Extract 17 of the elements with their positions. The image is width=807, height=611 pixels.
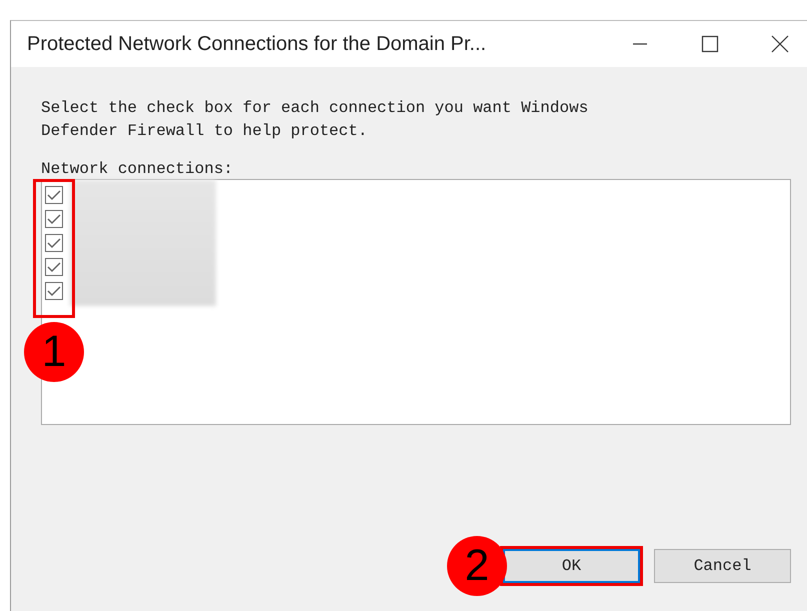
checkbox[interactable]: [45, 282, 63, 300]
close-button[interactable]: [769, 33, 791, 55]
list-label: Network connections:: [41, 159, 234, 179]
checkbox[interactable]: [45, 258, 63, 276]
close-icon: [771, 35, 789, 53]
window-title: Protected Network Connections for the Domain Pr...: [27, 32, 486, 56]
checkbox[interactable]: [45, 186, 63, 204]
checkbox[interactable]: [45, 210, 63, 228]
instructions-text: Select the check box for each connection you want Windows Defender Firewall to help protect.: [41, 98, 590, 142]
minimize-icon: [633, 43, 647, 45]
ok-button[interactable]: OK: [503, 549, 640, 583]
step-badge: 1: [24, 322, 84, 382]
cancel-button[interactable]: Cancel: [654, 549, 791, 583]
step-badge: 2: [447, 536, 507, 596]
maximize-icon: [701, 35, 719, 53]
checkbox[interactable]: [45, 234, 63, 252]
maximize-button[interactable]: [699, 33, 721, 55]
